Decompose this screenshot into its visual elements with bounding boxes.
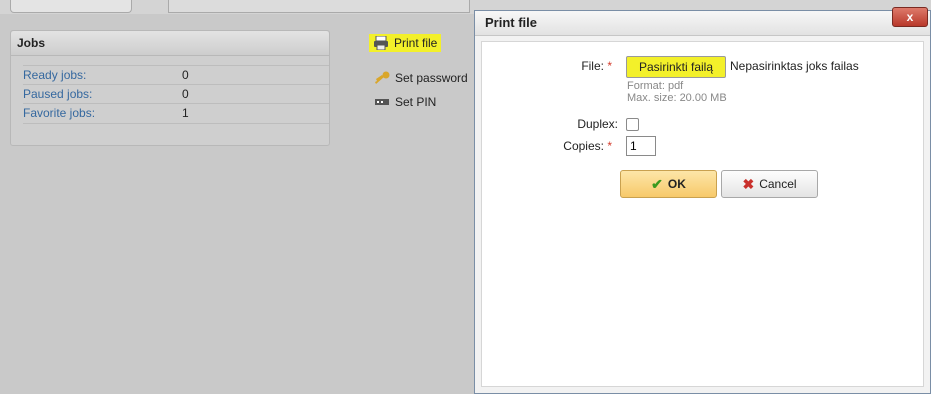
duplex-label: Duplex:	[577, 117, 618, 131]
set-password-label: Set password	[395, 71, 468, 85]
paused-jobs-link[interactable]: Paused jobs:	[23, 85, 92, 104]
copies-required-marker: *	[607, 139, 612, 153]
copies-label: Copies:	[563, 139, 604, 153]
dialog-body: File: * Pasirinkti failą Nepasirinktas j…	[481, 41, 924, 387]
paused-jobs-count: 0	[182, 87, 189, 101]
ready-jobs-link[interactable]: Ready jobs:	[23, 66, 86, 85]
tab-left[interactable]	[10, 0, 132, 13]
no-file-text: Nepasirinktas joks failas	[730, 59, 859, 73]
file-required-marker: *	[607, 59, 612, 73]
file-label-row: File: *	[492, 59, 612, 73]
copies-input[interactable]	[626, 136, 656, 156]
duplex-checkbox[interactable]	[626, 118, 639, 131]
jobs-row-ready: Ready jobs: 0	[23, 65, 329, 85]
dialog-title: Print file	[475, 11, 930, 36]
key-icon	[374, 71, 390, 85]
checkmark-icon: ✔	[651, 176, 663, 192]
choose-file-button[interactable]: Pasirinkti failą	[626, 56, 726, 78]
cancel-x-icon: ✖	[742, 176, 755, 192]
ok-button[interactable]: ✔ OK	[620, 170, 717, 198]
printer-icon	[373, 35, 389, 51]
size-hint: Max. size: 20.00 MB	[627, 92, 727, 104]
format-hint: Format: pdf	[627, 80, 684, 92]
print-file-dialog: Print file x File: * Pasirinkti failą Ne…	[474, 7, 931, 394]
jobs-title: Jobs	[11, 31, 329, 56]
set-pin-action[interactable]: Set PIN	[374, 93, 436, 111]
jobs-row-paused: Paused jobs: 0	[23, 84, 329, 104]
ok-label: OK	[667, 177, 686, 191]
print-file-label: Print file	[394, 36, 438, 50]
tab-right[interactable]	[168, 0, 470, 13]
cancel-button[interactable]: ✖ Cancel	[721, 170, 818, 198]
print-file-action[interactable]: Print file	[369, 34, 442, 52]
jobs-panel: Jobs Ready jobs: 0 Paused jobs: 0 Favori…	[10, 30, 330, 146]
close-button[interactable]: x	[892, 7, 928, 27]
file-label: File:	[581, 59, 604, 73]
jobs-row-favorite: Favorite jobs: 1	[23, 103, 329, 124]
copies-label-row: Copies: *	[492, 139, 612, 153]
ready-jobs-count: 0	[182, 68, 189, 82]
set-pin-label: Set PIN	[395, 95, 437, 109]
favorite-jobs-link[interactable]: Favorite jobs:	[23, 104, 95, 123]
close-icon: x	[906, 10, 914, 24]
favorite-jobs-count: 1	[182, 106, 189, 120]
set-password-action[interactable]: Set password	[374, 69, 468, 87]
cancel-label: Cancel	[759, 177, 797, 191]
pin-pad-icon	[374, 95, 390, 109]
